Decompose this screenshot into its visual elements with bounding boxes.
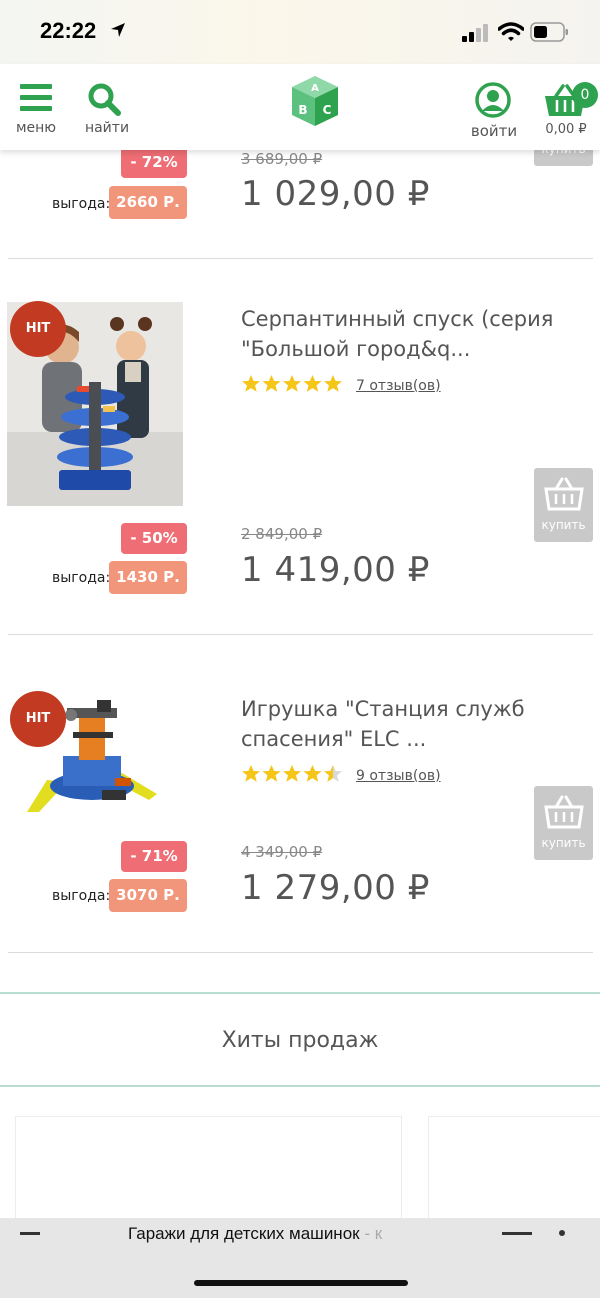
reviews-link[interactable]: 9 отзыв(ов) [356, 768, 441, 784]
basket-icon [544, 795, 584, 829]
price: 1 029,00 ₽ [241, 174, 430, 214]
gain-label: выгода: [52, 570, 111, 586]
old-price: 4 349,00 ₽ [241, 843, 323, 861]
basket-icon [544, 477, 584, 511]
discount-badge: - 50% [121, 523, 187, 554]
old-price: 3 689,00 ₽ [241, 150, 323, 168]
product-name-link[interactable]: Игрушка "Станция служб спасения" ELC ... [241, 694, 581, 754]
page-title: Гаражи для детских машинок [128, 1224, 360, 1243]
divider [8, 258, 593, 259]
section-border-top [0, 992, 600, 994]
search-button[interactable]: найти [82, 64, 132, 150]
hit-badge: HIT [10, 691, 66, 747]
hamburger-icon [20, 84, 52, 111]
logo-letter-b: B [298, 103, 307, 117]
more-dot-icon[interactable] [559, 1230, 565, 1236]
price: 1 279,00 ₽ [241, 868, 430, 908]
buy-button[interactable]: купить [534, 468, 593, 542]
menu-button[interactable]: меню [10, 64, 62, 150]
abc-cube-logo[interactable]: A B C [290, 74, 340, 128]
cart-total: 0,00 ₽ [545, 122, 587, 137]
logo-letter-a: A [311, 83, 319, 94]
buy-label: купить [541, 518, 586, 532]
rating-stars-4-5 [242, 765, 342, 782]
buy-label: купить [541, 836, 586, 850]
page-title-bar[interactable]: Гаражи для детских машинок - к [128, 1224, 382, 1244]
login-button[interactable]: войти [466, 64, 522, 150]
rating-stars-5 [242, 375, 342, 392]
minimize-icon[interactable] [20, 1232, 40, 1235]
old-price: 2 849,00 ₽ [241, 525, 323, 543]
price: 1 419,00 ₽ [241, 550, 430, 590]
search-icon [88, 83, 121, 116]
divider [8, 952, 593, 953]
reviews-link[interactable]: 7 отзыв(ов) [356, 378, 441, 394]
cart-count-badge: 0 [572, 82, 598, 108]
gain-badge: 3070 Р. [109, 879, 187, 912]
gain-badge: 1430 Р. [109, 561, 187, 594]
section-border-bottom [0, 1085, 600, 1087]
home-indicator[interactable] [194, 1280, 408, 1286]
product-list: - 72% 3 689,00 ₽ купить выгода: 2660 Р. … [0, 0, 600, 1298]
section-title: Хиты продаж [221, 1028, 379, 1053]
menu-label: меню [15, 120, 57, 136]
divider [8, 634, 593, 635]
user-icon [475, 82, 511, 118]
buy-button[interactable]: купить [534, 786, 593, 860]
tabs-icon[interactable] [502, 1232, 532, 1235]
discount-badge: - 71% [121, 841, 187, 872]
page-title-faded: - к [359, 1224, 383, 1243]
search-label: найти [84, 120, 130, 136]
login-label: войти [470, 122, 518, 140]
logo-letter-c: C [323, 103, 332, 117]
browser-bottom-bar: Гаражи для детских машинок - к [0, 1218, 600, 1298]
gain-label: выгода: [52, 888, 111, 904]
hit-badge: HIT [10, 301, 66, 357]
discount-badge: - 72% [121, 147, 187, 178]
product-name-link[interactable]: Серпантинный спуск (серия "Большой город… [241, 304, 581, 364]
gain-badge: 2660 Р. [109, 186, 187, 219]
site-header: меню найти A B C войти 0,00 ₽ [0, 64, 600, 150]
gain-label: выгода: [52, 196, 111, 212]
